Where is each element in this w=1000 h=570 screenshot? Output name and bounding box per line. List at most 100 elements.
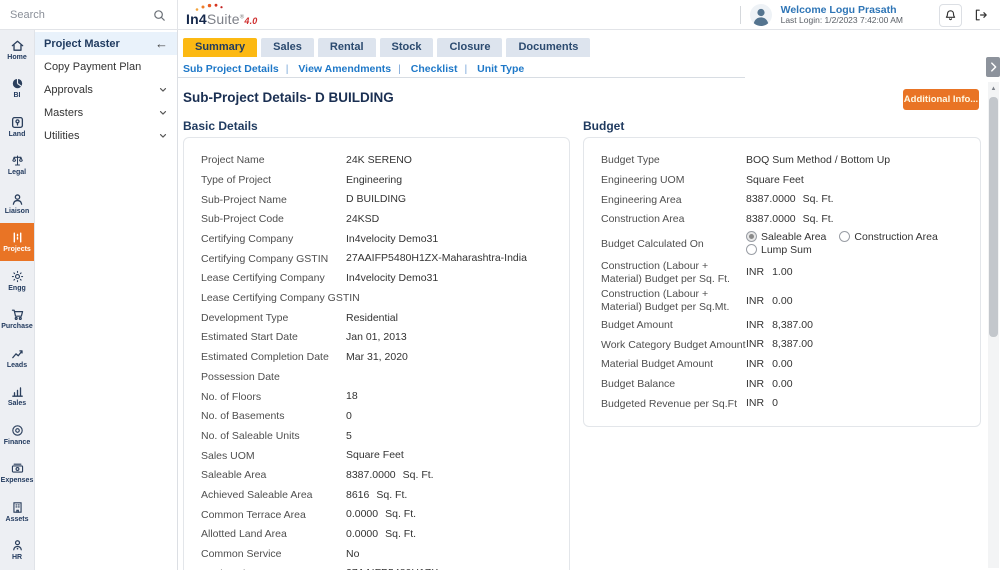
projects-kanban-icon xyxy=(13,232,21,243)
field-label: Sales UOM xyxy=(201,449,255,462)
value-text: Engineering xyxy=(346,173,403,186)
sidebar-item-expenses[interactable]: Expenses xyxy=(0,454,34,493)
tab-documents[interactable]: Documents xyxy=(506,38,591,57)
value-text: Mar 31, 2020 xyxy=(346,350,408,363)
field-value: 18 xyxy=(346,390,552,404)
field-label: Construction (Labour + Material) Budget … xyxy=(601,288,730,314)
unit-suffix: Sq. Ft. xyxy=(402,469,434,482)
field-label: No. of Basements xyxy=(201,410,285,423)
collapse-arrow-icon[interactable]: ← xyxy=(155,36,168,51)
radio-option[interactable]: Lump Sum xyxy=(746,244,812,256)
divider xyxy=(739,6,741,24)
field-row: Budgeted Revenue per Sq.Ft INR 0 xyxy=(601,394,963,414)
value-text: 8387.0000 xyxy=(746,193,796,206)
field-label: Project Name xyxy=(201,154,265,167)
field-value: INR 0.00 xyxy=(746,358,963,372)
notifications-button[interactable] xyxy=(939,3,962,27)
field-value: 8616 Sq. Ft. xyxy=(346,489,552,503)
field-row: Common Service No xyxy=(201,545,552,565)
radio-button-icon[interactable] xyxy=(746,244,757,256)
menu-item-approvals[interactable]: Approvals xyxy=(35,78,177,101)
field-label: Budget Balance xyxy=(601,377,676,390)
expenses-cash-icon xyxy=(11,463,23,473)
radio-button-icon[interactable] xyxy=(839,230,851,242)
sidebar-item-leads[interactable]: Leads xyxy=(0,338,34,377)
sidebar-item-sales[interactable]: Sales xyxy=(0,377,34,416)
field-label: Estimated Start Date xyxy=(201,331,298,344)
unit-suffix: Sq. Ft. xyxy=(376,488,408,501)
tab-sales[interactable]: Sales xyxy=(261,38,314,57)
value-text: 24K SERENO xyxy=(346,154,412,167)
logout-icon xyxy=(975,9,987,21)
field-value: 8387.0000 Sq. Ft. xyxy=(346,469,552,483)
value-text: In4velocity Demo31 xyxy=(346,232,439,245)
avatar[interactable] xyxy=(749,3,773,27)
subnav-sub-project-details[interactable]: Sub Project Details xyxy=(183,63,279,75)
tab-summary[interactable]: Summary xyxy=(183,38,258,57)
sidebar-item-land[interactable]: Land xyxy=(0,107,34,146)
value-text: 8387.0000 xyxy=(746,213,796,226)
subnav-unit-type[interactable]: Unit Type xyxy=(477,63,524,75)
search-box[interactable] xyxy=(0,0,178,30)
field-row: Certifying Company GSTIN 27AAIFP5480H1ZX-… xyxy=(201,249,552,269)
search-input[interactable] xyxy=(10,9,152,21)
sidebar-item-liaison[interactable]: Liaison xyxy=(0,184,34,223)
radio-option[interactable]: Saleable Area xyxy=(746,230,826,243)
scrollbar-thumb[interactable] xyxy=(989,97,998,337)
field-row: Sub-Project Code 24KSD xyxy=(201,210,552,230)
basic-details-header: Basic Details xyxy=(183,119,258,133)
unit-suffix: Sq. Ft. xyxy=(385,508,417,521)
menu-item-utilities[interactable]: Utilities xyxy=(35,124,177,147)
value-text: 0.00 xyxy=(772,357,793,370)
chevron-down-icon xyxy=(159,110,167,115)
tab-stock[interactable]: Stock xyxy=(379,38,434,57)
leads-trend-icon xyxy=(11,349,23,359)
field-row: Construction Area 8387.0000 Sq. Ft. xyxy=(601,210,963,230)
sidebar-item-projects[interactable]: Projects xyxy=(0,222,34,261)
sidebar-item-engg[interactable]: Engg xyxy=(0,261,34,300)
vertical-scrollbar[interactable]: ▲ xyxy=(988,82,999,568)
sidebar-item-bi[interactable]: BI xyxy=(0,69,34,108)
tab-closure[interactable]: Closure xyxy=(437,38,503,57)
subnav-checklist[interactable]: Checklist xyxy=(411,63,458,75)
menu-item-copy-payment-plan[interactable]: Copy Payment Plan xyxy=(35,55,177,78)
field-label: Certifying Company GSTIN xyxy=(201,252,329,265)
sidebar-item-purchase[interactable]: Purchase xyxy=(0,300,34,339)
field-label: Budget Calculated On xyxy=(601,237,704,250)
subnav-view-amendments[interactable]: View Amendments xyxy=(298,63,391,75)
budget-card: Budget Type BOQ Sum Method / Bottom Up Eng… xyxy=(583,137,981,427)
value-text: 24KSD xyxy=(346,213,380,226)
radio-button-icon[interactable] xyxy=(746,230,757,242)
menu-item-masters[interactable]: Masters xyxy=(35,101,177,124)
field-row: Budget Calculated On Saleable Area Constru… xyxy=(601,230,963,259)
sidebar-item-hr[interactable]: HR xyxy=(0,531,34,570)
legal-scales-icon xyxy=(11,155,23,166)
scroll-up-arrow-icon[interactable]: ▲ xyxy=(988,82,999,95)
field-value: INR 8,387.00 xyxy=(746,338,963,352)
expand-panel-button[interactable] xyxy=(986,57,1000,77)
value-text: Square Feet xyxy=(346,449,404,462)
field-label: Common Terrace Area xyxy=(201,508,306,521)
logout-button[interactable] xyxy=(969,3,992,27)
radio-option[interactable]: Construction Area xyxy=(839,230,938,243)
liaison-person-icon xyxy=(12,194,22,205)
field-value: 27AAIFP5480H1ZX-Maharashtra-India xyxy=(346,252,552,266)
currency-prefix: INR xyxy=(746,318,765,331)
menu-item-project-master[interactable]: Project Master ← xyxy=(35,32,177,55)
value-text: 0.00 xyxy=(772,377,793,390)
sidebar-item-legal[interactable]: Legal xyxy=(0,146,34,185)
search-icon[interactable] xyxy=(152,8,167,23)
field-value: Mar 31, 2020 xyxy=(346,351,552,365)
tab-rental[interactable]: Rental xyxy=(317,38,376,57)
sidebar-item-finance[interactable]: Finance xyxy=(0,415,34,454)
main-content: Summary Sales Rental Stock Closure Docum… xyxy=(178,30,1000,570)
field-row: Lease Certifying Company In4velocity Demo… xyxy=(201,269,552,289)
unit-suffix: Sq. Ft. xyxy=(802,193,834,206)
page-title: Sub-Project Details- D BUILDING xyxy=(183,90,394,105)
bi-pie-icon xyxy=(12,78,22,89)
additional-info-button[interactable]: Additional Info... xyxy=(903,89,979,110)
sidebar-item-home[interactable]: Home xyxy=(0,30,34,69)
field-value: Engineering xyxy=(346,174,552,188)
sidebar-item-assets[interactable]: Assets xyxy=(0,492,34,531)
value-text: 0 xyxy=(772,397,778,410)
